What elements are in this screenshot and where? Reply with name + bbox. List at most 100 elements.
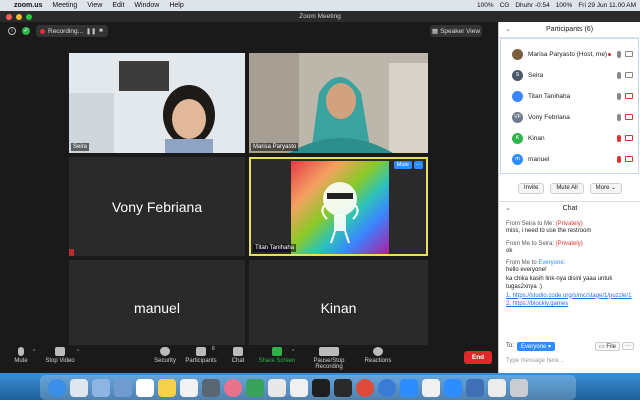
tile-more-button[interactable]: ···	[413, 161, 423, 169]
recipient-dropdown[interactable]: Everyone ▾	[517, 341, 556, 351]
activity-monitor-icon[interactable]	[334, 378, 352, 397]
chat-button[interactable]: Chat	[228, 347, 248, 364]
participant-row[interactable]: K Kinan	[501, 129, 638, 147]
video-tile-manuel[interactable]: manuel	[69, 260, 245, 356]
textedit-icon[interactable]	[268, 378, 286, 397]
video-tile-titan[interactable]: Mute ··· Titan Tanihaha	[249, 157, 428, 256]
chat-label: Chat	[231, 358, 245, 364]
more-button[interactable]: More ⌄	[589, 182, 623, 194]
participant-row[interactable]: S Seira	[501, 66, 638, 84]
stop-recording-icon[interactable]: ■	[99, 28, 103, 34]
pause-recording-icon[interactable]: ❚❚	[86, 28, 96, 35]
muted-mic-icon[interactable]	[617, 134, 621, 142]
reactions-button[interactable]: Reactions	[364, 347, 392, 364]
files-icon[interactable]	[290, 378, 308, 397]
preview-icon[interactable]	[92, 378, 110, 397]
menu-bar: zoom.us Meeting View Edit Window Help 10…	[0, 0, 640, 11]
participant-row[interactable]: m manuel	[501, 150, 638, 168]
speaker-view-button[interactable]: ▦ Speaker View	[430, 25, 482, 37]
video-tile-kinan[interactable]: Kinan	[249, 260, 428, 356]
collapse-chevron-icon[interactable]: ⌄	[505, 22, 511, 38]
video-off-icon[interactable]	[625, 114, 633, 120]
microphone-icon[interactable]	[617, 50, 621, 58]
battery-status[interactable]: 100%	[477, 2, 494, 9]
microphone-icon[interactable]	[617, 92, 621, 100]
mute-participant-button[interactable]: Mute	[393, 161, 412, 169]
microphone-icon[interactable]	[617, 71, 621, 79]
clock[interactable]: Fri 29 Jun 11.00 AM	[578, 2, 636, 9]
prayer-time[interactable]: Dhuhr -0:54	[515, 2, 549, 9]
end-meeting-button[interactable]: End	[464, 351, 492, 364]
invite-button[interactable]: Invite	[517, 182, 545, 194]
chat-title: Chat	[562, 205, 578, 212]
video-tile-marisa[interactable]: Marisa Paryasto	[249, 53, 428, 153]
xcode-icon[interactable]	[422, 378, 440, 397]
chat-link-code-org[interactable]: 1. https://studio.code.org/s/mc/stage/1/…	[506, 293, 634, 301]
photos-icon[interactable]	[224, 378, 242, 397]
safari-icon[interactable]	[378, 378, 396, 397]
security-button[interactable]: Security	[152, 347, 178, 364]
close-window-icon[interactable]	[6, 14, 12, 20]
participant-name: Titan Tanihaha	[528, 92, 571, 100]
maps-icon[interactable]	[202, 378, 220, 397]
pause-stop-recording-button[interactable]: Pause/Stop Recording	[300, 347, 358, 370]
messages-icon[interactable]	[466, 378, 484, 397]
video-options-chevron-icon[interactable]: ^	[77, 349, 79, 355]
audio-options-chevron-icon[interactable]: ^	[33, 349, 35, 355]
avatar: VF	[512, 111, 523, 123]
facetime-icon[interactable]	[246, 378, 264, 397]
share-options-chevron-icon[interactable]: ^	[292, 349, 294, 355]
video-off-icon[interactable]	[625, 135, 633, 141]
photo-booth-icon[interactable]	[114, 378, 132, 397]
chat-message-input[interactable]: Type message here...	[506, 355, 634, 367]
menu-edit[interactable]: Edit	[112, 2, 124, 9]
titan-avatar-image	[291, 161, 389, 254]
finder-icon[interactable]	[48, 378, 66, 397]
meeting-top-strip: i ✓ Recording... ❚❚ ■ ▦ Speaker View	[0, 22, 498, 40]
battery-percent[interactable]: 100%	[556, 2, 573, 9]
video-tile-vony[interactable]: Vony Febriana	[69, 157, 245, 256]
reminders-icon[interactable]	[180, 378, 198, 397]
video-tile-seira[interactable]: Seira	[69, 53, 245, 153]
avatar: m	[512, 153, 523, 165]
menu-view[interactable]: View	[87, 2, 102, 9]
to-label: To:	[506, 343, 515, 349]
terminal-icon[interactable]	[312, 378, 330, 397]
participant-row[interactable]: Marisa Paryasto (Host, me)	[501, 45, 638, 63]
muted-mic-icon[interactable]	[617, 155, 621, 163]
encryption-shield-icon[interactable]: ✓	[22, 27, 30, 35]
video-off-icon[interactable]	[625, 93, 633, 99]
file-button[interactable]: ▭ File	[594, 341, 620, 351]
zoom-icon[interactable]	[444, 378, 462, 397]
calendar-icon[interactable]	[136, 378, 154, 397]
menu-meeting[interactable]: Meeting	[52, 2, 77, 9]
collapse-chevron-icon[interactable]: ⌄	[505, 202, 511, 216]
microphone-icon	[18, 347, 24, 356]
chat-link-blockly[interactable]: 2. https://blockly.games	[506, 301, 634, 309]
fullscreen-window-icon[interactable]	[26, 14, 32, 20]
microphone-icon[interactable]	[617, 113, 621, 121]
video-off-icon[interactable]	[625, 156, 633, 162]
share-screen-button[interactable]: Share Screen	[258, 347, 296, 364]
participant-row[interactable]: Titan Tanihaha	[501, 87, 638, 105]
launchpad-icon[interactable]	[70, 378, 88, 397]
menu-window[interactable]: Window	[134, 2, 159, 9]
stop-video-button[interactable]: Stop Video	[44, 347, 76, 364]
trash-icon[interactable]	[510, 378, 528, 397]
menu-app[interactable]: zoom.us	[14, 2, 42, 9]
shield-icon	[160, 347, 170, 356]
mute-button[interactable]: Mute	[10, 347, 32, 364]
minimize-window-icon[interactable]	[16, 14, 22, 20]
app-store-icon[interactable]	[400, 378, 418, 397]
menu-help[interactable]: Help	[169, 2, 183, 9]
printer-icon[interactable]	[488, 378, 506, 397]
info-icon[interactable]: i	[8, 27, 16, 35]
input-source[interactable]: CG	[500, 2, 510, 9]
mute-all-button[interactable]: Mute All	[550, 182, 584, 194]
video-camera-icon[interactable]	[625, 51, 633, 57]
chrome-icon[interactable]	[356, 378, 374, 397]
participant-row[interactable]: VF Vony Febriana	[501, 108, 638, 126]
video-camera-icon[interactable]	[625, 72, 633, 78]
notes-icon[interactable]	[158, 378, 176, 397]
chat-more-button[interactable]: ···	[622, 342, 634, 350]
